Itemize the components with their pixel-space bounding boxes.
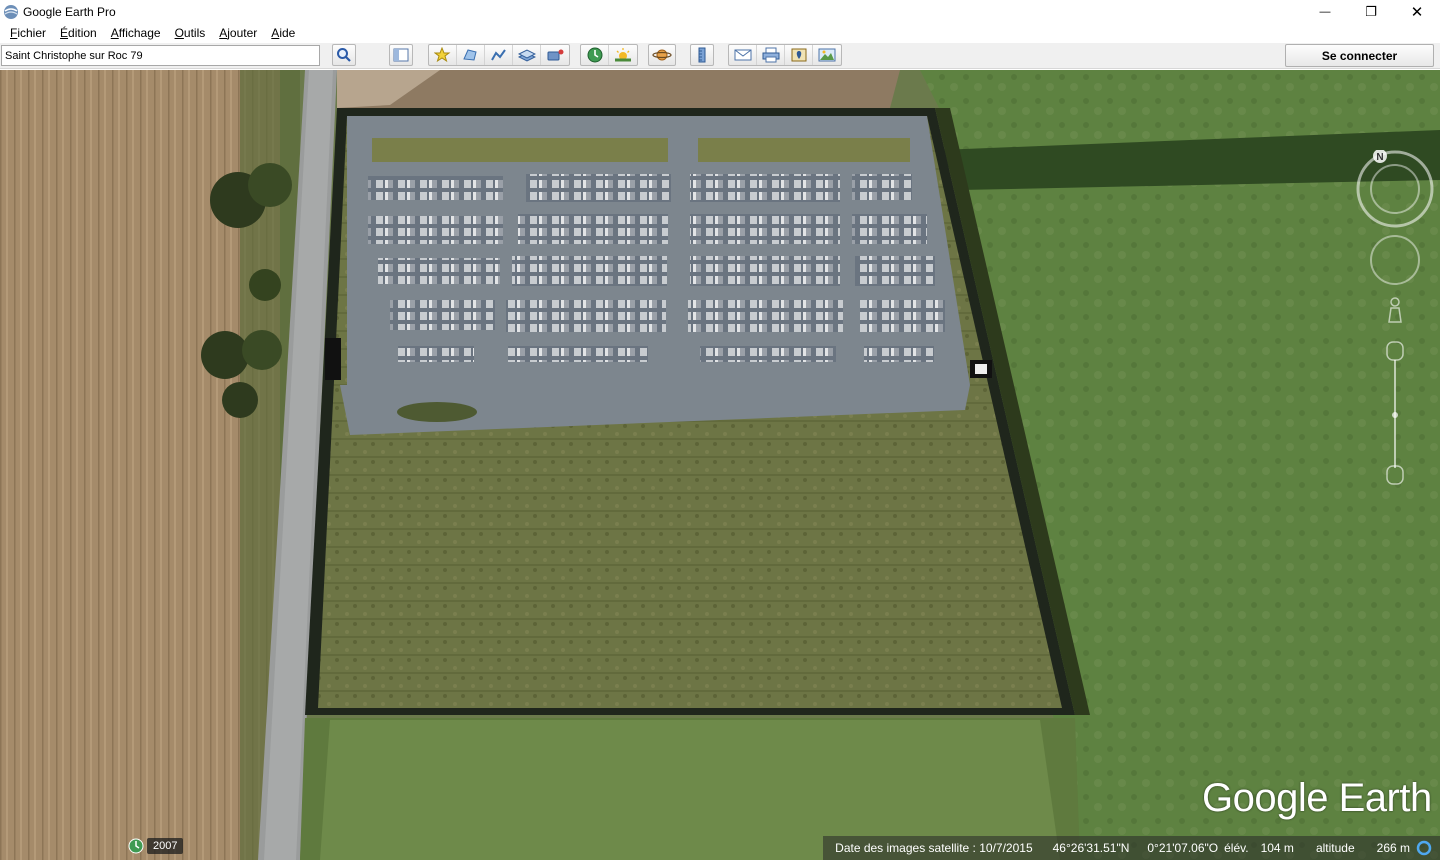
- nav-controls-graphic: N: [1356, 149, 1434, 485]
- imagery-date: Date des images satellite : 10/7/2015: [835, 841, 1033, 855]
- menu-edition[interactable]: Édition: [53, 26, 104, 40]
- menu-bar: Fichier Édition Affichage Outils Ajouter…: [0, 23, 1440, 43]
- record-tour-icon: [547, 49, 564, 61]
- latitude: 46°26'31.51"N: [1052, 841, 1130, 855]
- add-path-button[interactable]: [485, 45, 513, 65]
- email-button[interactable]: [729, 45, 757, 65]
- ruler-icon: [698, 47, 706, 63]
- elevation-label: élév.: [1224, 841, 1249, 855]
- streaming-indicator-icon: [1416, 840, 1432, 856]
- minimize-icon: —: [1319, 5, 1331, 18]
- planets-button[interactable]: [648, 44, 676, 66]
- placemark-icon: [433, 47, 450, 63]
- zoom-slider[interactable]: [1386, 341, 1404, 485]
- sunlight-icon: [615, 48, 631, 62]
- sunlight-button[interactable]: [609, 45, 637, 65]
- add-tools-group: [428, 44, 570, 66]
- view-in-maps-icon: [791, 48, 806, 62]
- longitude: 0°21'07.06"O: [1147, 841, 1219, 855]
- window-title: Google Earth Pro: [23, 4, 116, 19]
- satellite-imagery: [0, 70, 1440, 860]
- google-earth-logo: Google Earth: [1202, 776, 1432, 820]
- planets-icon: [652, 49, 672, 61]
- street-view-pegman-icon[interactable]: [1388, 297, 1402, 323]
- menu-affichage[interactable]: Affichage: [104, 26, 168, 40]
- google-earth-app-icon: [4, 4, 18, 19]
- add-image-overlay-button[interactable]: [513, 45, 541, 65]
- save-image-button[interactable]: [813, 45, 841, 65]
- altitude-label: altitude: [1315, 841, 1355, 855]
- add-placemark-button[interactable]: [429, 45, 457, 65]
- compass-ring[interactable]: N: [1356, 149, 1434, 228]
- title-bar: Google Earth Pro — ❐ ✕: [0, 0, 1440, 23]
- search-icon: [337, 48, 351, 62]
- historical-imagery-icon: [587, 47, 602, 63]
- share-tools-group: [728, 44, 842, 66]
- navigation-controls: N: [1356, 149, 1436, 490]
- search-input[interactable]: [1, 45, 320, 66]
- search-button[interactable]: [332, 44, 356, 66]
- minimize-button[interactable]: —: [1302, 0, 1348, 23]
- elevation-value: 104 m: [1260, 841, 1294, 855]
- save-image-icon: [818, 48, 836, 62]
- menu-aide[interactable]: Aide: [264, 26, 302, 40]
- print-icon: [762, 47, 779, 63]
- restore-icon: ❐: [1365, 3, 1377, 19]
- close-icon: ✕: [1410, 3, 1424, 21]
- menu-ajouter[interactable]: Ajouter: [212, 26, 264, 40]
- menu-outils[interactable]: Outils: [168, 26, 213, 40]
- email-icon: [734, 49, 751, 61]
- polygon-icon: [462, 49, 477, 61]
- sidebar-toggle-button[interactable]: [389, 44, 413, 66]
- add-polygon-button[interactable]: [457, 45, 485, 65]
- altitude-value: 266 m: [1376, 841, 1410, 855]
- close-button[interactable]: ✕: [1394, 0, 1440, 23]
- status-info: Date des images satellite : 10/7/2015 46…: [823, 836, 1440, 860]
- status-bar: Date des images satellite : 10/7/2015 46…: [0, 836, 1440, 860]
- look-joystick[interactable]: [1370, 235, 1420, 285]
- map-view[interactable]: N: [0, 70, 1440, 860]
- connect-button[interactable]: Se connecter: [1285, 44, 1434, 67]
- record-tour-button[interactable]: [541, 45, 569, 65]
- menu-fichier[interactable]: Fichier: [3, 26, 53, 40]
- restore-button[interactable]: ❐: [1348, 0, 1394, 23]
- sidebar-toggle-icon: [393, 48, 409, 62]
- path-icon: [490, 49, 506, 61]
- view-in-maps-button[interactable]: [785, 45, 813, 65]
- toolbar: Se connecter: [0, 43, 1440, 69]
- compass-north-label: N: [1376, 152, 1383, 163]
- image-overlay-icon: [517, 49, 536, 62]
- ruler-button[interactable]: [690, 44, 714, 66]
- view-tools-group: [580, 44, 638, 66]
- historical-imagery-button[interactable]: [581, 45, 609, 65]
- print-button[interactable]: [757, 45, 785, 65]
